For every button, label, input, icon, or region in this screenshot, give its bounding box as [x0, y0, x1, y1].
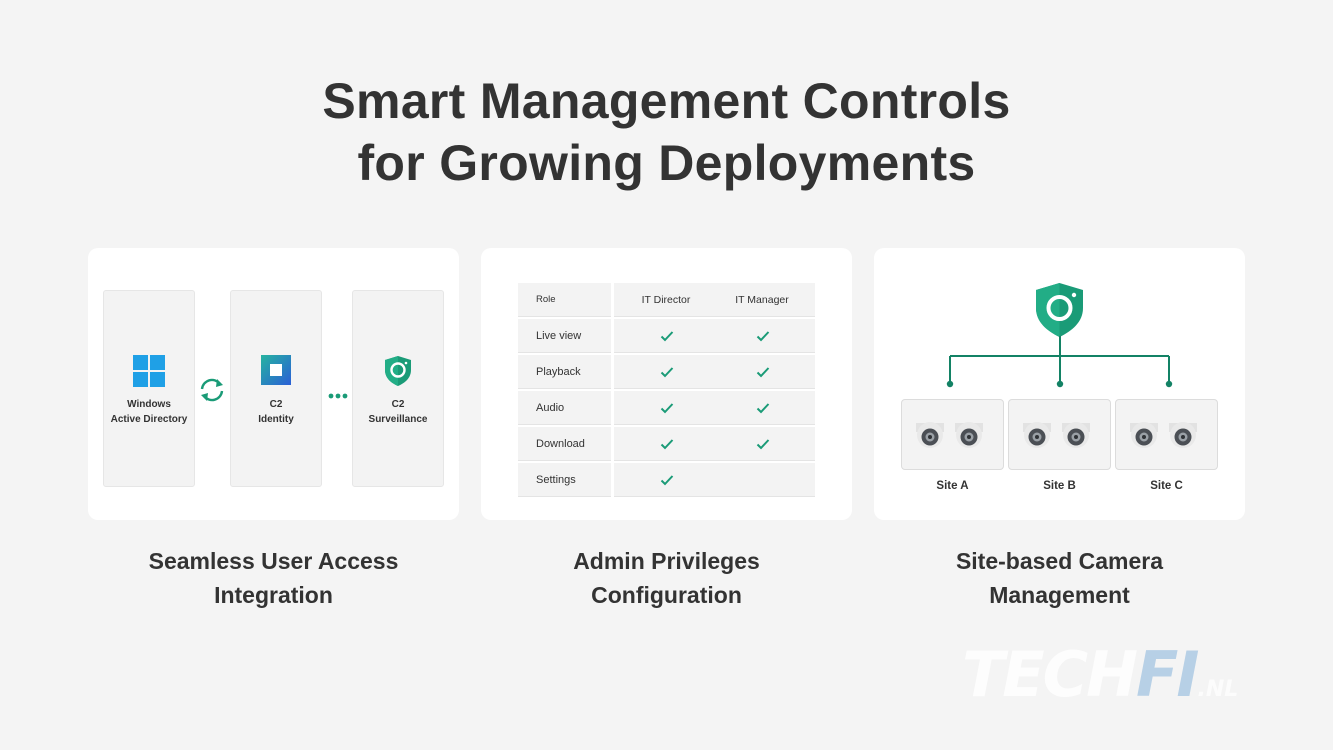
- admin-privileges-card: Role IT Director IT Manager Live view Pl…: [481, 248, 852, 520]
- check-icon: [756, 437, 770, 455]
- dome-camera-icon: [915, 420, 945, 455]
- panel-title: C2: [269, 399, 283, 410]
- row-label: Playback: [536, 366, 581, 378]
- caption-line-2: Integration: [214, 582, 333, 608]
- header-role: Role: [536, 294, 556, 305]
- row-label: Live view: [536, 330, 582, 342]
- dots-icon: [328, 386, 348, 404]
- row-label: Audio: [536, 402, 565, 414]
- user-access-card: Windows Active Directory C2 Identity C2 …: [88, 248, 459, 520]
- c2-identity-icon: [261, 355, 291, 390]
- table-row: Live view: [518, 319, 815, 353]
- check-icon: [660, 437, 674, 455]
- row-label: Settings: [536, 474, 576, 486]
- check-icon: [756, 329, 770, 347]
- windows-ad-panel: Windows Active Directory: [103, 290, 195, 487]
- check-icon: [660, 329, 674, 347]
- check-icon: [660, 365, 674, 383]
- site-a-box: [901, 399, 1004, 470]
- watermark-part-3: .NL: [1197, 677, 1239, 702]
- dome-camera-icon: [1022, 420, 1052, 455]
- techfi-watermark: TECHFI.NL: [962, 638, 1238, 711]
- panel-subtitle: Surveillance: [368, 414, 428, 425]
- site-a-label: Site A: [936, 480, 969, 492]
- headline-line-1: Smart Management Controls: [322, 73, 1011, 129]
- panel-subtitle: Identity: [258, 414, 294, 425]
- table-row: Playback: [518, 355, 815, 389]
- site-b-label: Site B: [1043, 480, 1076, 492]
- site-camera-card: Site A Site B Site C: [874, 248, 1245, 520]
- table-header-row: Role IT Director IT Manager: [518, 283, 815, 317]
- caption-line-2: Management: [989, 582, 1130, 608]
- admin-privileges-caption: Admin Privileges Configuration: [481, 544, 852, 612]
- panel-title: Windows: [127, 399, 171, 410]
- site-c-label: Site C: [1150, 480, 1183, 492]
- windows-logo-icon: [133, 355, 165, 392]
- site-b-box: [1008, 399, 1111, 470]
- header-it-manager: IT Manager: [735, 294, 789, 306]
- sync-icon: [198, 376, 226, 409]
- row-label: Download: [536, 438, 585, 450]
- table-row: Audio: [518, 391, 815, 425]
- headline: Smart Management Controls for Growing De…: [0, 70, 1333, 194]
- dome-camera-icon: [954, 420, 984, 455]
- c2-surveillance-shield-icon: [383, 355, 413, 392]
- dome-camera-icon: [1061, 420, 1091, 455]
- table-row: Download: [518, 427, 815, 461]
- site-c-box: [1115, 399, 1218, 470]
- c2-surveillance-panel: C2 Surveillance: [352, 290, 444, 487]
- caption-line-1: Site-based Camera: [955, 548, 1164, 574]
- header-it-director: IT Director: [641, 294, 691, 306]
- watermark-part-2: FI: [1136, 638, 1199, 711]
- dome-camera-icon: [1129, 420, 1159, 455]
- check-icon: [660, 401, 674, 419]
- check-icon: [660, 473, 674, 491]
- check-icon: [756, 365, 770, 383]
- site-camera-caption: Site-based Camera Management: [874, 544, 1245, 612]
- headline-line-2: for Growing Deployments: [357, 135, 976, 191]
- dome-camera-icon: [1168, 420, 1198, 455]
- c2-identity-panel: C2 Identity: [230, 290, 322, 487]
- panel-subtitle: Active Directory: [110, 414, 188, 425]
- caption-line-1: Admin Privileges: [573, 548, 760, 574]
- caption-line-2: Configuration: [591, 582, 742, 608]
- hierarchy-lines: [874, 248, 1245, 403]
- table-row: Settings: [518, 463, 815, 497]
- user-access-caption: Seamless User Access Integration: [88, 544, 459, 612]
- caption-line-1: Seamless User Access: [148, 548, 399, 574]
- check-icon: [756, 401, 770, 419]
- watermark-part-1: TECH: [962, 638, 1138, 711]
- panel-title: C2: [391, 399, 405, 410]
